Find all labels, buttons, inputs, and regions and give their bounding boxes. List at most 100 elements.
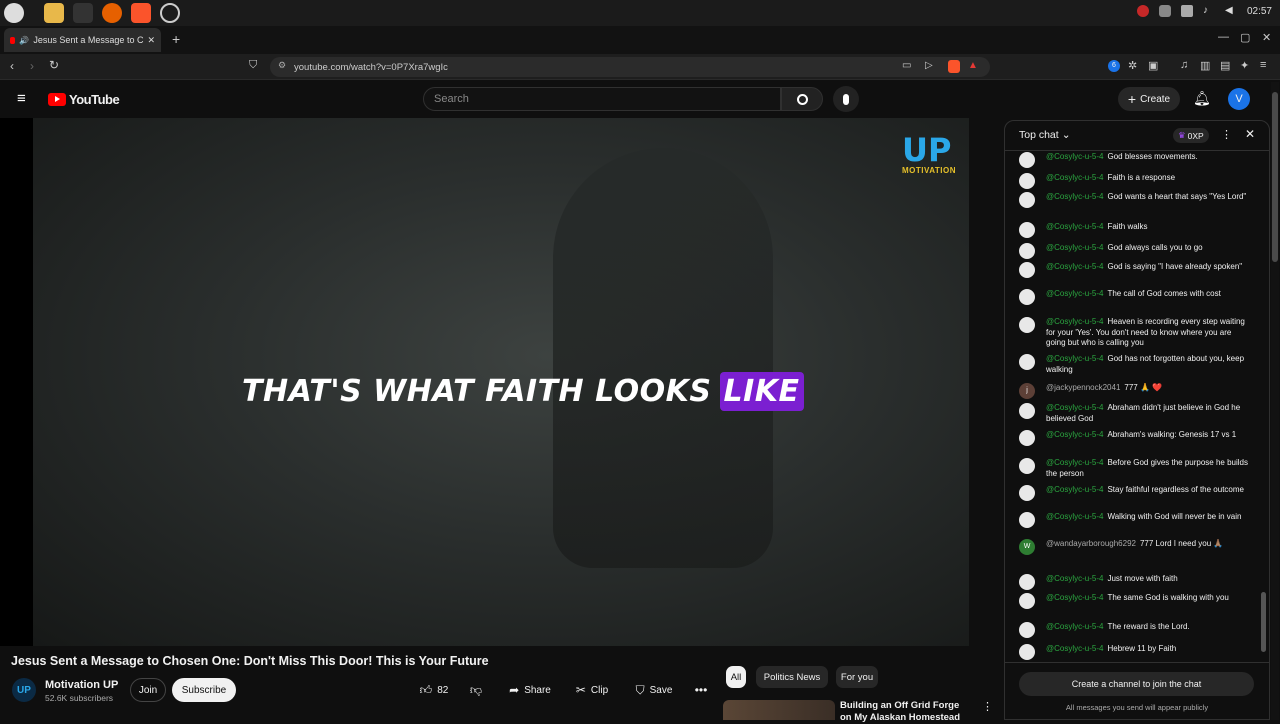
chat-points-badge[interactable]: ♛ 0XP <box>1173 128 1209 143</box>
brave-icon[interactable] <box>131 3 151 23</box>
recommended-thumbnail[interactable] <box>723 700 835 720</box>
channel-avatar[interactable]: UP <box>12 678 36 702</box>
terminal-icon[interactable] <box>73 3 93 23</box>
reload-icon[interactable]: ↻ <box>49 58 59 72</box>
maximize-icon[interactable]: ▢ <box>1240 31 1250 44</box>
clip-button[interactable]: ✂ Clip <box>570 678 614 702</box>
chat-mode-dropdown[interactable]: Top chat ⌄ <box>1019 129 1071 141</box>
youtube-logo[interactable]: YouTube <box>48 92 120 107</box>
send-icon[interactable]: ▷ <box>925 60 933 71</box>
audio-playing-icon[interactable]: 🔊 <box>19 36 29 45</box>
close-chat-icon[interactable]: ✕ <box>1245 127 1255 141</box>
search-button[interactable] <box>781 87 823 111</box>
account-avatar[interactable]: V <box>1228 88 1250 110</box>
chat-author[interactable]: @Cosylyc-u-5-4 <box>1046 289 1103 298</box>
video-player[interactable]: THAT'S WHAT FAITH LOOKS LIKE UP MOTIVATI… <box>0 118 969 646</box>
chip-all[interactable]: All <box>726 666 746 688</box>
chat-author[interactable]: @Cosylyc-u-5-4 <box>1046 485 1103 494</box>
chat-author[interactable]: @Cosylyc-u-5-4 <box>1046 644 1103 653</box>
minimize-icon[interactable]: — <box>1218 31 1229 43</box>
notifications-bell-icon[interactable]: 🔔︎ <box>1193 90 1211 107</box>
update-icon[interactable] <box>1136 5 1149 17</box>
more-vertical-icon[interactable]: ⋮ <box>982 700 993 713</box>
chat-author[interactable]: @jackypennock2041 <box>1046 383 1120 392</box>
thumbs-up-icon: 👍︎ <box>419 682 433 697</box>
wallet-icon[interactable]: ▤ <box>1220 59 1230 72</box>
close-tab-icon[interactable]: ✕ <box>147 35 155 46</box>
search-input[interactable]: Search <box>423 87 781 111</box>
share-label: Share <box>524 684 551 696</box>
like-button[interactable]: 👍︎ 82 <box>412 678 456 702</box>
chat-author[interactable]: @Cosylyc-u-5-4 <box>1046 354 1103 363</box>
chat-author[interactable]: @Cosylyc-u-5-4 <box>1046 512 1103 521</box>
extensions-icon[interactable]: ✲ <box>1128 59 1137 72</box>
firefox-icon[interactable] <box>102 3 122 23</box>
more-actions-button[interactable]: ••• <box>690 678 712 702</box>
brave-shield-icon[interactable] <box>948 60 960 73</box>
shield-icon[interactable] <box>1158 5 1171 17</box>
chat-author[interactable]: @Cosylyc-u-5-4 <box>1046 593 1103 602</box>
network-icon[interactable] <box>1180 5 1193 17</box>
chat-author[interactable]: @wandayarborough6292 <box>1046 539 1136 548</box>
rewards-icon[interactable]: ▲ <box>968 60 978 71</box>
close-window-icon[interactable]: ✕ <box>1262 31 1271 44</box>
chat-avatar <box>1019 289 1035 305</box>
new-tab-button[interactable]: + <box>172 31 180 47</box>
save-button[interactable]: ⛉ Save <box>630 678 678 702</box>
leo-icon[interactable]: ✦ <box>1240 59 1249 72</box>
clock[interactable]: 02:57 <box>1247 6 1272 17</box>
create-button[interactable]: + Create <box>1118 87 1180 111</box>
subscribe-button[interactable]: Subscribe <box>172 678 236 702</box>
chat-author[interactable]: @Cosylyc-u-5-4 <box>1046 262 1103 271</box>
share-button[interactable]: ➦ Share <box>502 678 558 702</box>
chat-author[interactable]: @Cosylyc-u-5-4 <box>1046 173 1103 182</box>
chat-author[interactable]: @Cosylyc-u-5-4 <box>1046 317 1103 326</box>
voice-search-button[interactable] <box>833 86 859 112</box>
up-logo-text: UP <box>902 131 952 169</box>
recommended-title[interactable]: Building an Off Grid Forge on My Alaskan… <box>840 700 970 724</box>
chat-author[interactable]: @Cosylyc-u-5-4 <box>1046 622 1103 631</box>
settings-icon[interactable] <box>160 3 180 23</box>
site-info-icon[interactable]: ⚙ <box>278 60 286 71</box>
chat-author[interactable]: @Cosylyc-u-5-4 <box>1046 243 1103 252</box>
chat-scrollbar[interactable] <box>1261 152 1266 657</box>
chat-message-list[interactable]: @Cosylyc-u-5-4 God blesses movements. @Co… <box>1005 152 1269 662</box>
chip-for-you[interactable]: For you <box>836 666 878 688</box>
chat-author[interactable]: @Cosylyc-u-5-4 <box>1046 403 1103 412</box>
files-icon[interactable] <box>44 3 64 23</box>
caption-text: THAT'S WHAT FAITH LOOKS <box>242 374 712 409</box>
page-scrollbar[interactable] <box>1271 82 1279 720</box>
chat-scrollbar-thumb[interactable] <box>1261 592 1266 652</box>
chat-more-icon[interactable]: ⋮ <box>1221 128 1232 141</box>
menu-icon[interactable]: ≡ <box>1260 59 1266 71</box>
channel-name[interactable]: Motivation UP <box>45 679 118 691</box>
chat-author[interactable]: @Cosylyc-u-5-4 <box>1046 152 1103 161</box>
extension-badge-icon[interactable]: 6 <box>1108 60 1120 72</box>
join-button[interactable]: Join <box>130 678 166 702</box>
chat-body: @Cosylyc-u-5-4 God is saying "I have alre… <box>1046 262 1251 273</box>
screenshot-icon[interactable]: ▣ <box>1148 59 1158 72</box>
url-input[interactable]: ⚙ youtube.com/watch?v=0P7Xra7wgIc ▭ ▷ ▲ <box>270 57 990 77</box>
sidebar-icon[interactable]: ▥ <box>1200 59 1210 72</box>
music-icon[interactable]: ♪ <box>1203 5 1215 17</box>
bookmark-icon[interactable]: ⛉ <box>249 59 257 72</box>
cast-icon[interactable]: ▭ <box>902 60 911 71</box>
volume-icon[interactable]: ◀ <box>1225 5 1237 17</box>
chip-politics-news[interactable]: Politics News <box>756 666 828 688</box>
chat-author[interactable]: @Cosylyc-u-5-4 <box>1046 192 1103 201</box>
chat-author[interactable]: @Cosylyc-u-5-4 <box>1046 430 1103 439</box>
page-scrollbar-thumb[interactable] <box>1272 92 1278 262</box>
recommended-video[interactable]: Building an Off Grid Forge on My Alaskan… <box>723 698 993 723</box>
back-icon[interactable]: ‹ <box>10 59 14 73</box>
mint-menu-icon[interactable] <box>4 3 24 23</box>
chat-author[interactable]: @Cosylyc-u-5-4 <box>1046 458 1103 467</box>
media-icon[interactable]: ♫ <box>1180 59 1188 71</box>
forward-icon[interactable]: › <box>30 59 34 73</box>
browser-tab[interactable]: 🔊 Jesus Sent a Message to C ✕ <box>4 28 161 52</box>
chat-author[interactable]: @Cosylyc-u-5-4 <box>1046 222 1103 231</box>
chat-text: 777 Lord I need you 🙏🏽 <box>1139 539 1224 548</box>
chat-author[interactable]: @Cosylyc-u-5-4 <box>1046 574 1103 583</box>
dislike-button[interactable]: 👎︎ <box>464 678 488 702</box>
hamburger-menu-icon[interactable]: ≡ <box>17 90 26 107</box>
create-channel-button[interactable]: Create a channel to join the chat <box>1019 672 1254 696</box>
